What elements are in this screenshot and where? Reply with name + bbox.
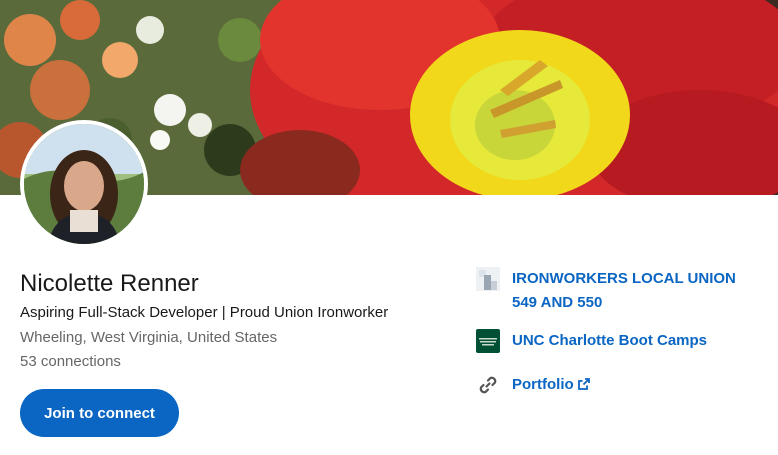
connections-count: 53 connections [20,353,121,370]
link-icon [476,373,500,397]
profile-headline: Aspiring Full-Stack Developer | Proud Un… [20,304,389,321]
profile-location: Wheeling, West Virginia, United States [20,329,278,346]
sidebar-item-education[interactable]: UNC Charlotte Boot Camps [476,329,752,353]
sidebar-item-label[interactable]: IRONWORKERS LOCAL UNION 549 AND 550 [512,267,752,315]
avatar [20,120,148,248]
join-to-connect-button[interactable]: Join to connect [20,389,179,437]
company-logo-icon [476,267,500,291]
sidebar-item-company[interactable]: IRONWORKERS LOCAL UNION 549 AND 550 [476,267,752,315]
sidebar-item-portfolio[interactable]: Portfolio [476,373,752,398]
external-link-icon [577,374,590,398]
sidebar-item-label: Portfolio [512,376,574,393]
portfolio-link[interactable]: Portfolio [512,373,752,398]
sidebar-item-label[interactable]: UNC Charlotte Boot Camps [512,329,752,353]
school-logo-icon [476,329,500,353]
profile-name: Nicolette Renner [20,270,199,297]
